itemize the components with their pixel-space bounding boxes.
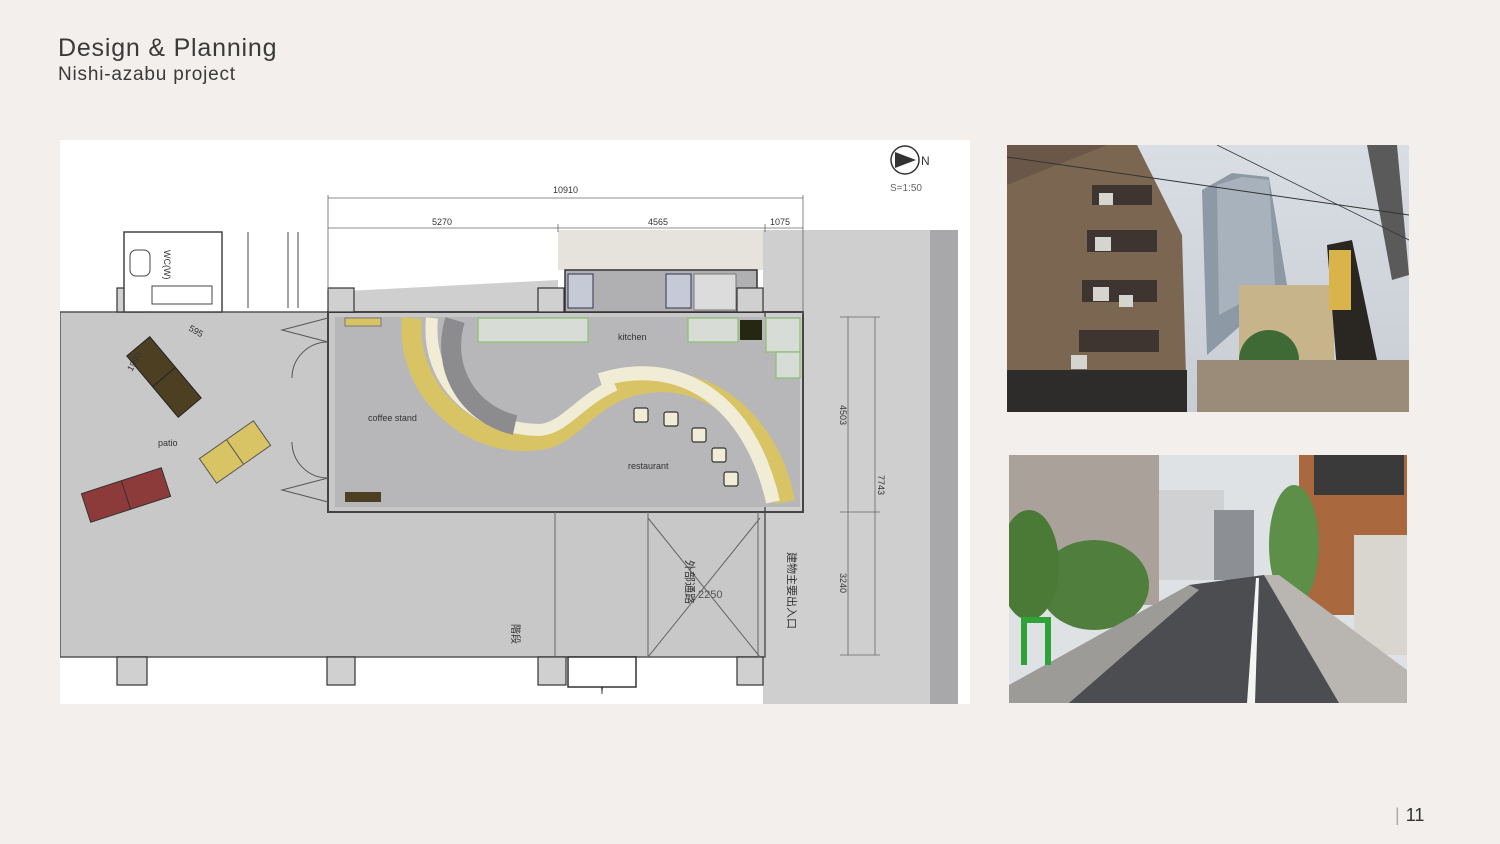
north-arrow-icon xyxy=(890,145,920,175)
dim-passage-width: 2250 xyxy=(698,589,722,601)
north-label: N xyxy=(921,154,930,168)
dim-seg-a: 5270 xyxy=(432,217,452,227)
page-number-divider: | xyxy=(1395,805,1400,825)
storage-unit-1 xyxy=(567,273,594,309)
room-label-restaurant: restaurant xyxy=(628,461,669,471)
scale-label: S=1:50 xyxy=(890,183,922,194)
counter-bottom xyxy=(345,492,381,502)
upper-strip xyxy=(328,280,558,312)
photo-street-tower xyxy=(1007,145,1409,412)
label-outer-passage: 外部通路 xyxy=(683,560,697,604)
kitchen-appliance xyxy=(740,320,762,340)
dim-total-width: 10910 xyxy=(553,185,578,195)
dim-depth-total: 7743 xyxy=(876,475,886,495)
lower-door-frame xyxy=(567,656,637,688)
photo-street-tower-image xyxy=(1007,145,1409,412)
room-label-patio: patio xyxy=(158,438,178,448)
page-number-value: 11 xyxy=(1405,805,1425,825)
photo-street-alley-image xyxy=(1009,455,1407,703)
dim-seg-c: 1075 xyxy=(770,217,790,227)
page-subtitle: Nishi-azabu project xyxy=(58,64,236,85)
upper-storage xyxy=(558,230,763,270)
toilet-icon xyxy=(129,249,151,277)
wc-label: WC(W) xyxy=(162,250,172,279)
washbasin-icon xyxy=(151,285,213,305)
label-main-entrance: 建物主要出入口 xyxy=(785,552,799,629)
photo-street-alley xyxy=(1009,455,1407,703)
storage-unit-3 xyxy=(693,273,737,311)
page-title: Design & Planning xyxy=(58,34,278,62)
storage-unit-2 xyxy=(665,273,692,309)
dim-depth-a: 4503 xyxy=(838,405,848,425)
floor-plan-drawing: WC(W) 10910 5270 4565 1075 4503 7743 324… xyxy=(60,145,958,704)
street-edge xyxy=(930,230,958,704)
room-label-coffee-stand: coffee stand xyxy=(368,413,417,423)
dim-seg-b: 4565 xyxy=(648,217,668,227)
page-number: | 11 xyxy=(1395,805,1424,826)
counter-top xyxy=(344,317,382,327)
dim-depth-b: 3240 xyxy=(838,573,848,593)
room-label-kitchen: kitchen xyxy=(618,332,647,342)
floor-plan: WC(W) 10910 5270 4565 1075 4503 7743 324… xyxy=(60,140,970,704)
stair-rails xyxy=(247,232,299,308)
label-stair: 階段 xyxy=(509,624,522,644)
